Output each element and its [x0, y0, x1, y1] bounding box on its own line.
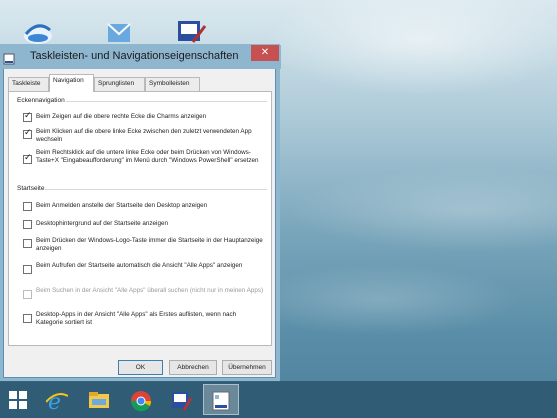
- desktop-shortcut-tool-icon[interactable]: [175, 18, 207, 48]
- start-option-5-label: Beim Suchen in der Ansicht "Alle Apps" ü…: [36, 287, 264, 294]
- taskbar-navigation-dialog-icon[interactable]: [203, 384, 239, 415]
- corner-option-1-label[interactable]: Beim Zeigen auf die obere rechte Ecke di…: [36, 113, 264, 121]
- taskbar-properties-icon[interactable]: [162, 384, 198, 415]
- close-button[interactable]: ✕: [251, 45, 279, 61]
- tab-sprunglisten[interactable]: Sprunglisten: [94, 77, 145, 91]
- taskbar: e: [0, 381, 557, 418]
- desktop-shortcut-app-icon[interactable]: [103, 18, 135, 48]
- start-option-2-label[interactable]: Desktophintergrund auf der Startseite an…: [36, 220, 264, 228]
- corner-option-2-label[interactable]: Beim Klicken auf die obere linke Ecke zw…: [36, 128, 264, 143]
- start-option-3-label[interactable]: Beim Drücken der Windows-Logo-Taste imme…: [36, 237, 264, 252]
- tab-navigation[interactable]: Navigation: [49, 74, 94, 92]
- dialog-title-bar[interactable]: Taskleisten- und Navigationseigenschafte…: [0, 45, 281, 69]
- start-option-1-label[interactable]: Beim Anmelden anstelle der Startseite de…: [36, 202, 264, 210]
- start-option-2-checkbox[interactable]: [23, 220, 32, 229]
- tab-symbolleisten[interactable]: Symbolleisten: [145, 77, 200, 91]
- dialog-app-icon: [3, 50, 15, 65]
- start-option-6-checkbox[interactable]: [23, 314, 32, 323]
- desktop-shortcut-cloud-icon[interactable]: [22, 18, 54, 48]
- cancel-button[interactable]: Abbrechen: [169, 360, 217, 375]
- tab-taskleiste[interactable]: Taskleiste: [8, 77, 49, 91]
- corner-option-2-checkbox[interactable]: [23, 128, 32, 139]
- start-option-6-label[interactable]: Desktop-Apps in der Ansicht "Alle Apps" …: [36, 311, 264, 326]
- start-option-3-checkbox[interactable]: [23, 239, 32, 248]
- taskbar-navigation-properties-dialog: Taskleisten- und Navigationseigenschafte…: [0, 45, 281, 378]
- start-option-1-checkbox[interactable]: [23, 202, 32, 211]
- chrome-icon[interactable]: [122, 384, 158, 415]
- corner-option-3-checkbox[interactable]: [23, 153, 32, 164]
- ok-button[interactable]: OK: [118, 360, 163, 375]
- apply-button[interactable]: Übernehmen: [222, 360, 272, 375]
- navigation-tab-panel: Eckennavigation Beim Zeigen auf die ober…: [8, 91, 272, 346]
- start-option-4-checkbox[interactable]: [23, 265, 32, 274]
- start-screen-heading: Startseite: [16, 185, 46, 192]
- file-explorer-icon[interactable]: [80, 384, 116, 415]
- corner-option-3-label[interactable]: Beim Rechtsklick auf die untere linke Ec…: [36, 149, 264, 164]
- windows-start-icon[interactable]: [0, 384, 36, 415]
- start-group-divider: [17, 189, 267, 190]
- dialog-title: Taskleisten- und Navigationseigenschafte…: [30, 50, 239, 62]
- corner-navigation-heading: Eckennavigation: [16, 97, 66, 104]
- start-option-5-checkbox: [23, 290, 32, 299]
- start-option-4-label[interactable]: Beim Aufrufen der Startseite automatisch…: [36, 262, 264, 270]
- corner-option-1-checkbox[interactable]: [23, 111, 32, 122]
- internet-explorer-icon[interactable]: e: [38, 384, 74, 415]
